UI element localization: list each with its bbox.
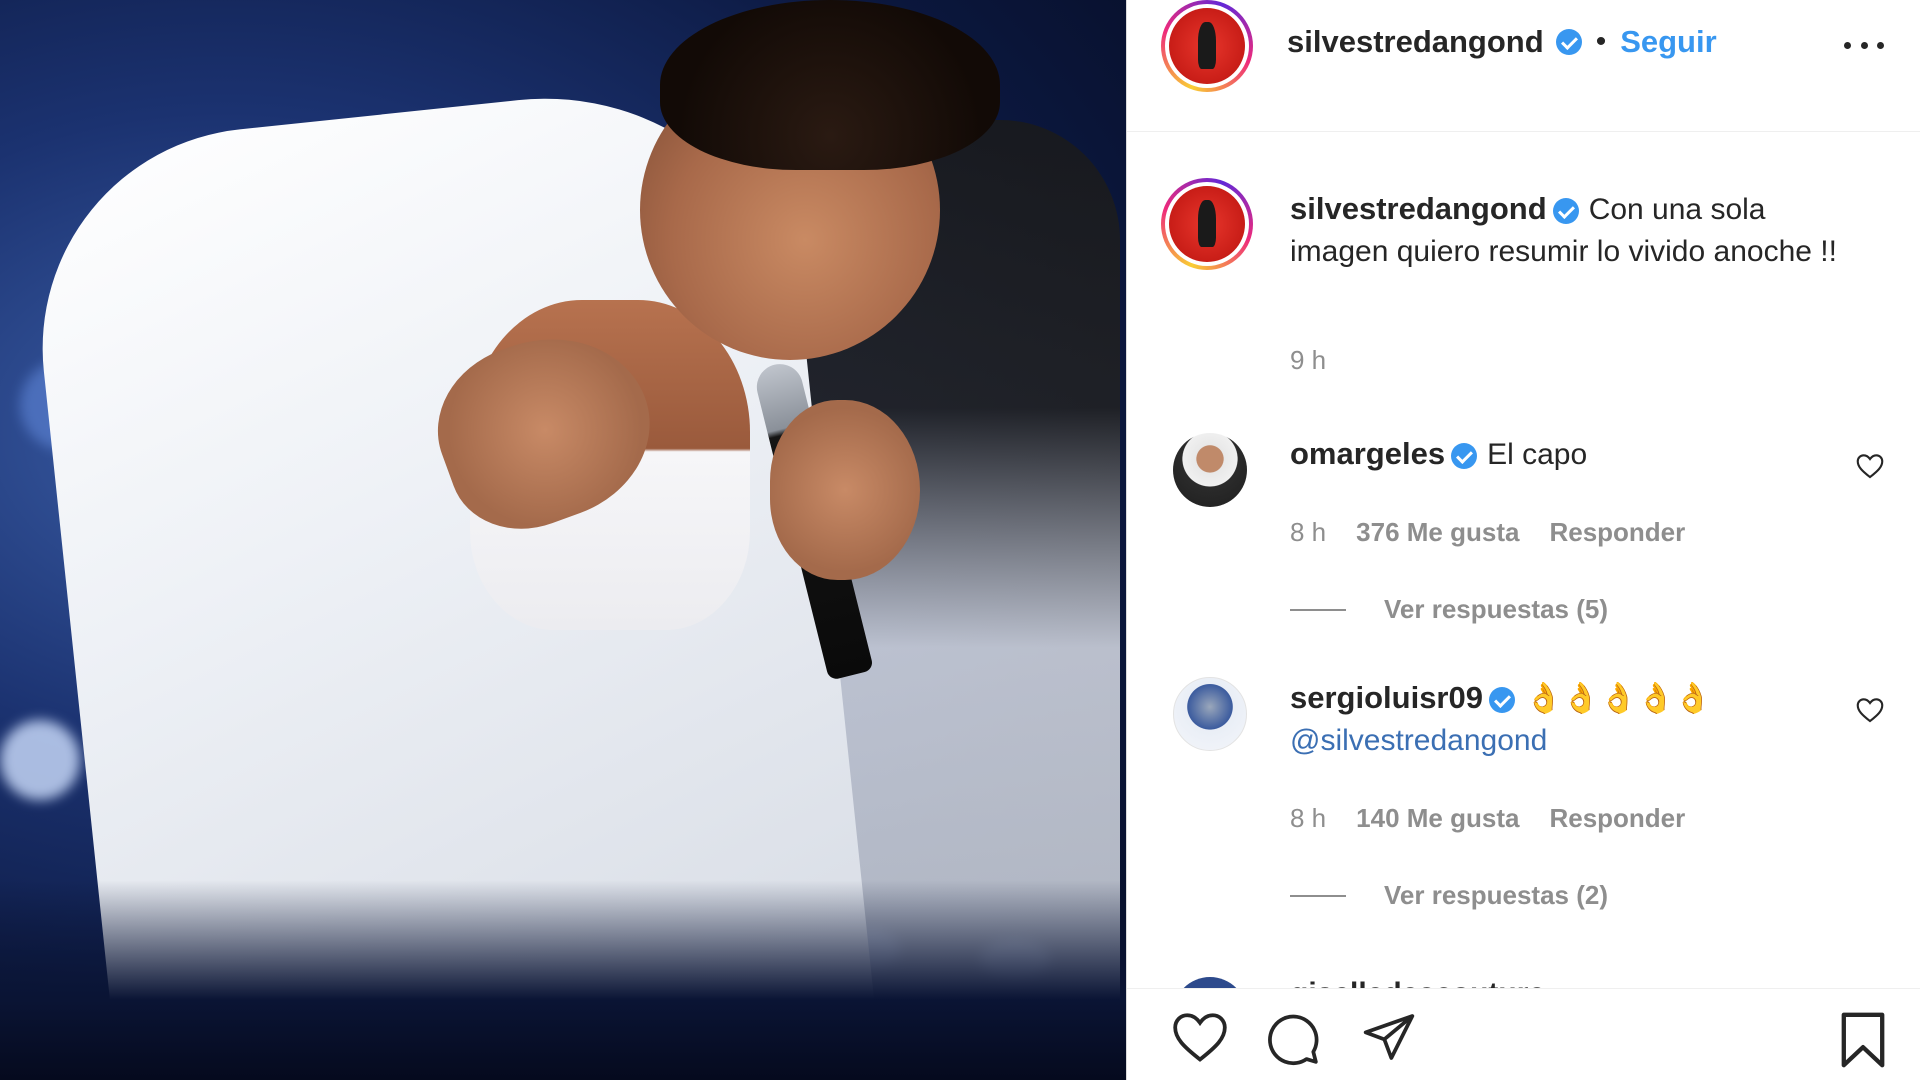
comment-text-block: omargeles El capo	[1290, 433, 1810, 476]
verified-badge-icon	[1555, 29, 1582, 55]
comment-icon[interactable]	[1265, 1011, 1321, 1067]
share-icon[interactable]	[1361, 1011, 1417, 1063]
replies-divider-line	[1290, 608, 1346, 611]
partial-comment: giselledeacouture	[1173, 965, 1873, 988]
comment-timestamp[interactable]: 8 h	[1290, 517, 1326, 548]
comment-meta: 8 h 140 Me gusta Responder	[1290, 803, 1685, 834]
view-replies-label: Ver respuestas (2)	[1384, 880, 1609, 910]
verified-badge-icon	[1488, 687, 1515, 714]
reply-button[interactable]: Responder	[1549, 803, 1685, 834]
verified-badge-icon	[1451, 443, 1478, 470]
profile-image	[1169, 8, 1245, 84]
comment-username[interactable]: omargeles	[1290, 436, 1445, 471]
profile-image	[1169, 186, 1245, 262]
heart-icon[interactable]	[1171, 1011, 1229, 1063]
stage-floor	[0, 880, 1126, 1080]
comment-timestamp[interactable]: 8 h	[1290, 803, 1326, 834]
follow-button[interactable]: Seguir	[1620, 24, 1716, 60]
view-replies-label: Ver respuestas (5)	[1384, 594, 1609, 624]
header-user-row: silvestredangond • Seguir	[1287, 24, 1717, 60]
caption-timestamp[interactable]: 9 h	[1290, 345, 1326, 376]
comment-body: El capo	[1487, 438, 1588, 471]
singer-hair	[660, 0, 1000, 170]
caption-username[interactable]: silvestredangond	[1290, 191, 1547, 226]
comment-like-heart-icon[interactable]	[1856, 697, 1884, 723]
comment-text-block: sergioluisr09 👌👌👌👌👌 @silvestredangond	[1290, 677, 1810, 762]
caption-avatar[interactable]	[1161, 178, 1253, 270]
post-side-panel: silvestredangond • Seguir silvestredango…	[1127, 0, 1920, 1080]
verified-badge-icon	[1552, 198, 1579, 225]
comment-avatar[interactable]	[1173, 677, 1247, 751]
bokeh-light	[0, 720, 80, 800]
comments-feed[interactable]: silvestredangond Con una sola imagen quie…	[1127, 133, 1920, 988]
comment-mention-link[interactable]: @silvestredangond	[1290, 724, 1547, 757]
comment-meta: 8 h 376 Me gusta Responder	[1290, 517, 1685, 548]
reply-button[interactable]: Responder	[1549, 517, 1685, 548]
separator-dot: •	[1595, 25, 1607, 58]
profile-avatar[interactable]	[1161, 0, 1253, 92]
more-options-icon[interactable]	[1844, 30, 1884, 60]
comment-likes[interactable]: 140 Me gusta	[1356, 803, 1519, 834]
bookmark-icon[interactable]	[1839, 1011, 1887, 1069]
comment-username[interactable]: giselledeacouture	[1290, 977, 1545, 988]
hand-holding-mic	[770, 400, 920, 580]
view-replies-button[interactable]: Ver respuestas (5)	[1290, 594, 1608, 625]
comment-likes[interactable]: 376 Me gusta	[1356, 517, 1519, 548]
post-header: silvestredangond • Seguir	[1127, 0, 1920, 132]
post-action-bar	[1127, 988, 1920, 1080]
comment-username[interactable]: sergioluisr09	[1290, 680, 1483, 715]
comment-avatar[interactable]	[1173, 977, 1247, 988]
header-username[interactable]: silvestredangond	[1287, 24, 1544, 60]
replies-divider-line	[1290, 894, 1346, 897]
view-replies-button[interactable]: Ver respuestas (2)	[1290, 880, 1608, 911]
comment-body: 👌👌👌👌👌	[1524, 682, 1712, 715]
comment-avatar[interactable]	[1173, 433, 1247, 507]
post-photo[interactable]	[0, 0, 1126, 1080]
comment-like-heart-icon[interactable]	[1856, 453, 1884, 479]
caption-text-block: silvestredangond Con una sola imagen quie…	[1290, 188, 1870, 273]
